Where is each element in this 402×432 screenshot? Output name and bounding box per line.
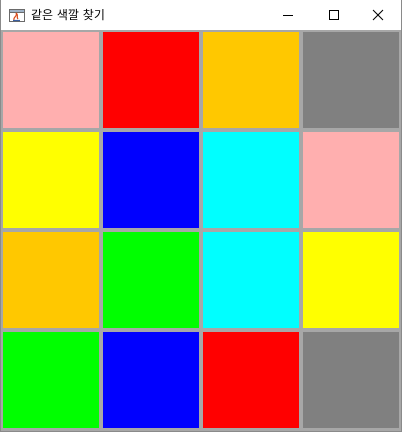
color-tile[interactable] <box>2 231 100 329</box>
color-tile[interactable] <box>202 331 300 429</box>
color-tile[interactable] <box>302 31 400 129</box>
color-tile[interactable] <box>102 331 200 429</box>
color-tile[interactable] <box>2 131 100 229</box>
color-tile[interactable] <box>102 31 200 129</box>
minimize-button[interactable] <box>265 0 311 30</box>
color-tile[interactable] <box>302 131 400 229</box>
color-tile[interactable] <box>2 331 100 429</box>
color-grid <box>1 30 401 431</box>
app-window: 같은 색깔 찾기 <box>0 0 402 432</box>
color-tile[interactable] <box>2 31 100 129</box>
color-tile[interactable] <box>202 231 300 329</box>
close-icon <box>372 9 384 21</box>
color-tile[interactable] <box>202 31 300 129</box>
close-button[interactable] <box>355 0 401 30</box>
maximize-button[interactable] <box>311 0 357 30</box>
title-bar[interactable]: 같은 색깔 찾기 <box>1 0 401 30</box>
java-app-icon <box>9 7 25 23</box>
minimize-icon <box>283 15 293 16</box>
color-tile[interactable] <box>102 231 200 329</box>
color-tile[interactable] <box>202 131 300 229</box>
window-title: 같은 색깔 찾기 <box>31 8 105 22</box>
maximize-icon <box>329 10 339 20</box>
color-tile[interactable] <box>302 231 400 329</box>
color-tile[interactable] <box>102 131 200 229</box>
color-tile[interactable] <box>302 331 400 429</box>
